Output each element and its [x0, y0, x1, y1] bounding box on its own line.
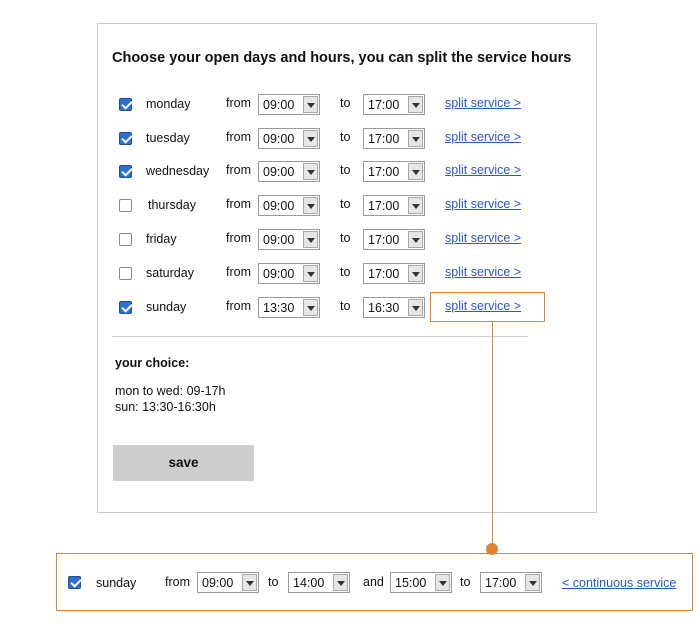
choice-line-2: sun: 13:30-16:30h: [115, 400, 216, 414]
chevron-down-icon[interactable]: [525, 574, 540, 591]
checkbox-thursday[interactable]: [119, 199, 132, 212]
from-time-select-wednesday[interactable]: 09:00: [258, 161, 320, 182]
checkbox-saturday[interactable]: [119, 267, 132, 280]
to-time-select-sunday[interactable]: 16:30: [363, 297, 425, 318]
day-label-saturday: saturday: [146, 266, 194, 280]
chevron-down-icon[interactable]: [303, 265, 318, 282]
chevron-down-icon[interactable]: [303, 163, 318, 180]
chevron-down-icon[interactable]: [408, 163, 423, 180]
chevron-down-icon[interactable]: [408, 96, 423, 113]
checkbox-sunday-detail[interactable]: [68, 576, 81, 589]
chevron-down-icon[interactable]: [408, 299, 423, 316]
from-label: from: [226, 299, 251, 313]
chevron-down-icon[interactable]: [303, 96, 318, 113]
split-service-link-wednesday[interactable]: split service >: [445, 163, 521, 177]
from-label: from: [226, 197, 251, 211]
chevron-down-icon[interactable]: [408, 265, 423, 282]
checkbox-wednesday[interactable]: [119, 165, 132, 178]
to-time-select-wednesday[interactable]: 17:00: [363, 161, 425, 182]
chevron-down-icon[interactable]: [303, 231, 318, 248]
to-time-select-friday[interactable]: 17:00: [363, 229, 425, 250]
divider: [112, 336, 528, 337]
save-button[interactable]: save: [113, 445, 254, 481]
to-time-select-tuesday[interactable]: 17:00: [363, 128, 425, 149]
to-time-select-saturday[interactable]: 17:00: [363, 263, 425, 284]
from-label: from: [226, 231, 251, 245]
split-service-link-saturday[interactable]: split service >: [445, 265, 521, 279]
to-label: to: [340, 299, 351, 313]
chevron-down-icon[interactable]: [303, 130, 318, 147]
choice-line-1: mon to wed: 09-17h: [115, 384, 226, 398]
checkbox-monday[interactable]: [119, 98, 132, 111]
to-label: to: [340, 163, 351, 177]
from-time-select-1[interactable]: 09:00: [197, 572, 259, 593]
chevron-down-icon[interactable]: [435, 574, 450, 591]
chevron-down-icon[interactable]: [303, 299, 318, 316]
day-label-tuesday: tuesday: [146, 131, 190, 145]
checkbox-friday[interactable]: [119, 233, 132, 246]
to-time-select-thursday[interactable]: 17:00: [363, 195, 425, 216]
from-time-select-sunday[interactable]: 13:30: [258, 297, 320, 318]
from-time-select-monday[interactable]: 09:00: [258, 94, 320, 115]
chevron-down-icon[interactable]: [333, 574, 348, 591]
to-label: to: [340, 96, 351, 110]
split-service-link-tuesday[interactable]: split service >: [445, 130, 521, 144]
from-label: from: [226, 163, 251, 177]
chevron-down-icon[interactable]: [408, 130, 423, 147]
checkbox-tuesday[interactable]: [119, 132, 132, 145]
to-label: to: [340, 197, 351, 211]
from-time-select-friday[interactable]: 09:00: [258, 229, 320, 250]
to-time-select-2[interactable]: 17:00: [480, 572, 542, 593]
from-label: from: [226, 96, 251, 110]
to-label: to: [268, 575, 279, 589]
chevron-down-icon[interactable]: [408, 197, 423, 214]
from-time-select-tuesday[interactable]: 09:00: [258, 128, 320, 149]
day-label-thursday: thursday: [148, 198, 196, 212]
day-label-monday: monday: [146, 97, 191, 111]
page-title: Choose your open days and hours, you can…: [112, 50, 572, 66]
split-service-link-thursday[interactable]: split service >: [445, 197, 521, 211]
from-label: from: [165, 575, 190, 589]
split-service-link-friday[interactable]: split service >: [445, 231, 521, 245]
day-label-sunday: sunday: [146, 300, 187, 314]
callout-line: [492, 322, 493, 549]
split-service-highlight: [430, 292, 545, 322]
chevron-down-icon[interactable]: [303, 197, 318, 214]
to-label: to: [340, 231, 351, 245]
from-label: from: [226, 130, 251, 144]
day-label-wednesday: wednesday: [146, 164, 210, 178]
to-label: to: [340, 130, 351, 144]
chevron-down-icon[interactable]: [408, 231, 423, 248]
to-label: to: [460, 575, 471, 589]
from-time-select-thursday[interactable]: 09:00: [258, 195, 320, 216]
from-time-select-saturday[interactable]: 09:00: [258, 263, 320, 284]
checkbox-sunday[interactable]: [119, 301, 132, 314]
chevron-down-icon[interactable]: [242, 574, 257, 591]
to-label: to: [340, 265, 351, 279]
and-label: and: [363, 575, 384, 589]
your-choice-title: your choice:: [115, 356, 190, 370]
day-label-sunday-detail: sunday: [96, 576, 137, 590]
to-time-select-1[interactable]: 14:00: [288, 572, 350, 593]
continuous-service-link[interactable]: < continuous service: [562, 576, 676, 590]
from-time-select-2[interactable]: 15:00: [390, 572, 452, 593]
to-time-select-monday[interactable]: 17:00: [363, 94, 425, 115]
day-label-friday: friday: [146, 232, 177, 246]
from-label: from: [226, 265, 251, 279]
split-service-link-monday[interactable]: split service >: [445, 96, 521, 110]
